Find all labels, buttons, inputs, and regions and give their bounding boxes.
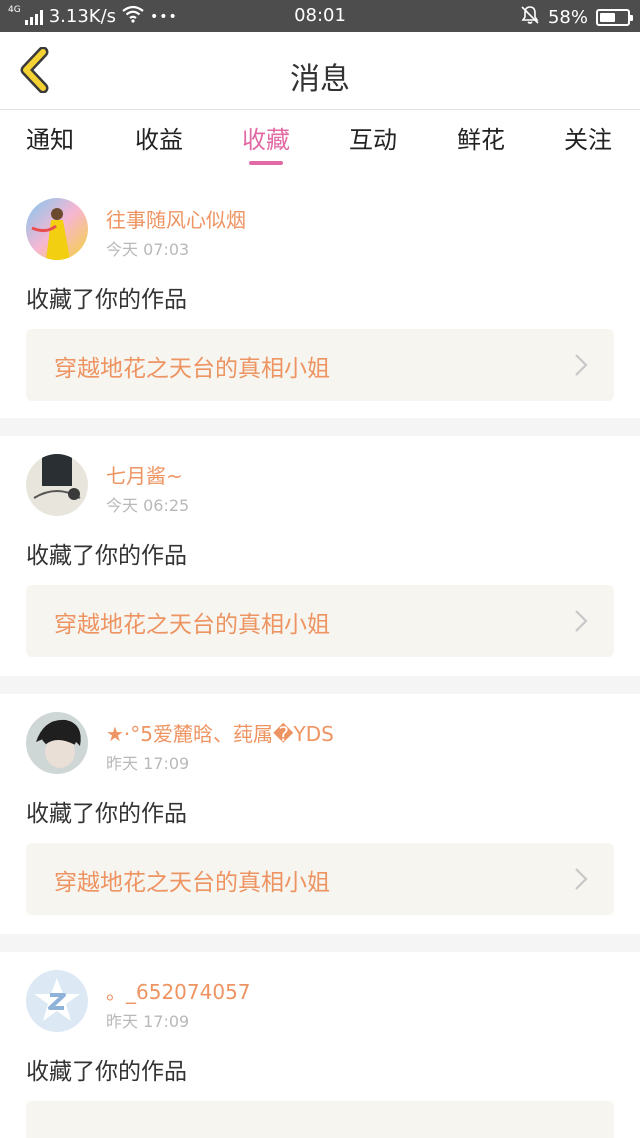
battery-level-fill: [600, 13, 615, 22]
tab-label: 关注: [564, 126, 612, 154]
work-link[interactable]: 穿越地花之天台的真相小姐: [26, 329, 614, 401]
username[interactable]: ★·°5爱麓晗、莼属�YDS: [106, 718, 334, 747]
work-title: 穿越地花之天台的真相小姐: [54, 870, 330, 896]
avatar[interactable]: [26, 454, 88, 516]
timestamp: 昨天 17:09: [106, 754, 190, 773]
tab-label: 收藏: [242, 126, 290, 154]
status-right: 58%: [520, 5, 633, 30]
tab-label: 互动: [349, 126, 397, 154]
tab-notifications[interactable]: 通知: [0, 120, 104, 155]
active-tab-indicator: [249, 161, 283, 165]
action-text: 收藏了你的作品: [26, 287, 187, 313]
chevron-right-icon: [575, 610, 588, 632]
tab-earnings[interactable]: 收益: [105, 120, 213, 155]
tab-following[interactable]: 关注: [534, 120, 640, 155]
page-title: 消息: [290, 62, 350, 97]
chevron-right-icon: [575, 868, 588, 890]
list-item: 七月酱~ 今天 06:25 收藏了你的作品 穿越地花之天台的真相小姐: [0, 436, 640, 676]
tab-label: 收益: [135, 126, 183, 154]
action-text: 收藏了你的作品: [26, 1059, 187, 1085]
message-list[interactable]: 往事随风心似烟 今天 07:03 收藏了你的作品 穿越地花之天台的真相小姐 七月…: [0, 180, 640, 1138]
action-text: 收藏了你的作品: [26, 543, 187, 569]
mute-bell-icon: [520, 5, 540, 30]
work-link[interactable]: [26, 1101, 614, 1138]
tab-label: 通知: [26, 126, 74, 154]
chevron-right-icon: [575, 354, 588, 376]
avatar[interactable]: [26, 712, 88, 774]
list-item: ★·°5爱麓晗、莼属�YDS 昨天 17:09 收藏了你的作品 穿越地花之天台的…: [0, 694, 640, 934]
work-title: 穿越地花之天台的真相小姐: [54, 356, 330, 382]
timestamp: 昨天 17:09: [106, 1012, 190, 1031]
battery-percent: 58%: [547, 7, 588, 28]
avatar[interactable]: [26, 970, 88, 1032]
list-item: 往事随风心似烟 今天 07:03 收藏了你的作品 穿越地花之天台的真相小姐: [0, 180, 640, 418]
username[interactable]: 七月酱~: [106, 460, 183, 489]
action-text: 收藏了你的作品: [26, 801, 187, 827]
tab-flowers[interactable]: 鲜花: [427, 120, 535, 155]
work-link[interactable]: 穿越地花之天台的真相小姐: [26, 585, 614, 657]
avatar[interactable]: [26, 198, 88, 260]
tab-favorites[interactable]: 收藏: [212, 120, 320, 165]
battery-icon: [596, 9, 633, 26]
tab-bar: 通知 收益 收藏 互动 鲜花 关注: [0, 110, 640, 172]
list-item: 。_652074057 昨天 17:09 收藏了你的作品: [0, 952, 640, 1138]
work-title: 穿越地花之天台的真相小姐: [54, 612, 330, 638]
username[interactable]: 往事随风心似烟: [106, 204, 246, 233]
tab-interactions[interactable]: 互动: [319, 120, 427, 155]
tab-label: 鲜花: [457, 126, 505, 154]
status-bar: 4G 3.13K/s ••• 08:01 58%: [0, 0, 640, 32]
timestamp: 今天 07:03: [106, 240, 190, 259]
work-link[interactable]: 穿越地花之天台的真相小姐: [26, 843, 614, 915]
username[interactable]: 。_652074057: [106, 976, 251, 1005]
timestamp: 今天 06:25: [106, 496, 190, 515]
header-bar: 消息: [0, 32, 640, 110]
